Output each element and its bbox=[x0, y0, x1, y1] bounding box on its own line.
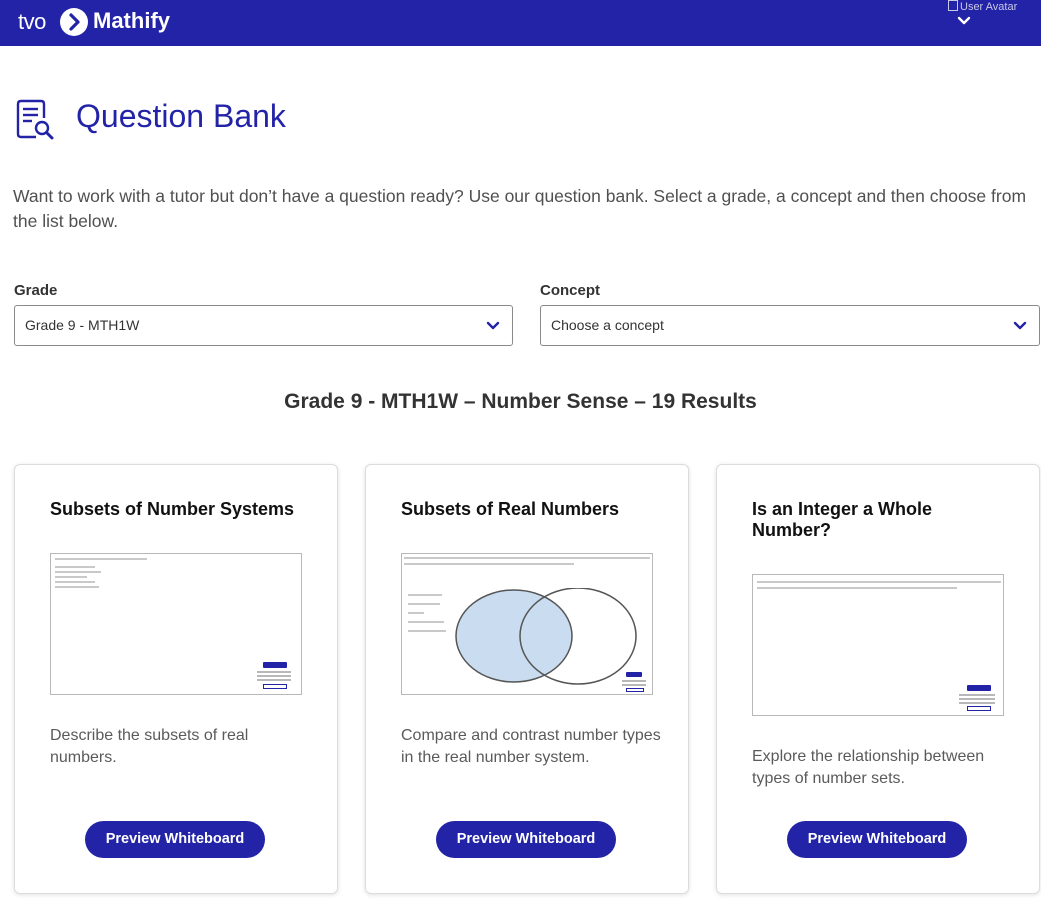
whiteboard-thumbnail[interactable] bbox=[401, 553, 653, 695]
user-avatar[interactable]: User Avatar bbox=[948, 0, 1038, 14]
concept-select[interactable]: Choose a concept bbox=[540, 305, 1040, 346]
card-title: Subsets of Real Numbers bbox=[401, 499, 620, 519]
card-description: Compare and contrast number types in the… bbox=[401, 727, 661, 766]
tvo-play-circle-icon bbox=[60, 8, 88, 36]
grade-select[interactable]: Grade 9 - MTH1W bbox=[14, 305, 513, 346]
grade-label: Grade bbox=[14, 282, 58, 299]
document-search-icon bbox=[16, 99, 54, 140]
broken-image-icon bbox=[948, 0, 958, 11]
concept-placeholder: Choose a concept bbox=[551, 317, 664, 333]
brand-prefix: tvo bbox=[18, 9, 46, 34]
card-title: Is an Integer a Whole Number? bbox=[752, 499, 933, 540]
question-card: Subsets of Real Numbers Compare and cont… bbox=[365, 464, 689, 894]
preview-whiteboard-button[interactable]: Preview Whiteboard bbox=[787, 821, 967, 858]
venn-diagram bbox=[455, 588, 637, 685]
brand-name[interactable]: Mathify bbox=[93, 8, 170, 34]
results-heading: Grade 9 - MTH1W – Number Sense – 19 Resu… bbox=[284, 390, 757, 413]
card-title: Subsets of Number Systems bbox=[50, 499, 295, 519]
grade-selected-value: Grade 9 - MTH1W bbox=[25, 317, 140, 333]
intro-text: Want to work with a tutor but don’t have… bbox=[13, 186, 1027, 231]
preview-whiteboard-button[interactable]: Preview Whiteboard bbox=[436, 821, 616, 858]
card-description: Describe the subsets of real numbers. bbox=[50, 727, 249, 766]
chevron-down-icon bbox=[486, 321, 500, 330]
concept-label: Concept bbox=[540, 282, 600, 299]
question-card: Subsets of Number Systems Describe the s… bbox=[14, 464, 338, 894]
question-card: Is an Integer a Whole Number? Explore th… bbox=[716, 464, 1040, 894]
chevron-down-icon[interactable] bbox=[957, 15, 971, 27]
chevron-down-icon bbox=[1013, 321, 1027, 330]
avatar-alt-text: User Avatar bbox=[960, 1, 1018, 13]
preview-whiteboard-button[interactable]: Preview Whiteboard bbox=[85, 821, 265, 858]
whiteboard-thumbnail[interactable] bbox=[50, 553, 302, 695]
page-title: Question Bank bbox=[76, 98, 286, 134]
card-description: Explore the relationship between types o… bbox=[752, 748, 985, 787]
top-navigation-bar: tvo Mathify User Avatar bbox=[0, 0, 1041, 46]
whiteboard-thumbnail[interactable] bbox=[752, 574, 1004, 716]
